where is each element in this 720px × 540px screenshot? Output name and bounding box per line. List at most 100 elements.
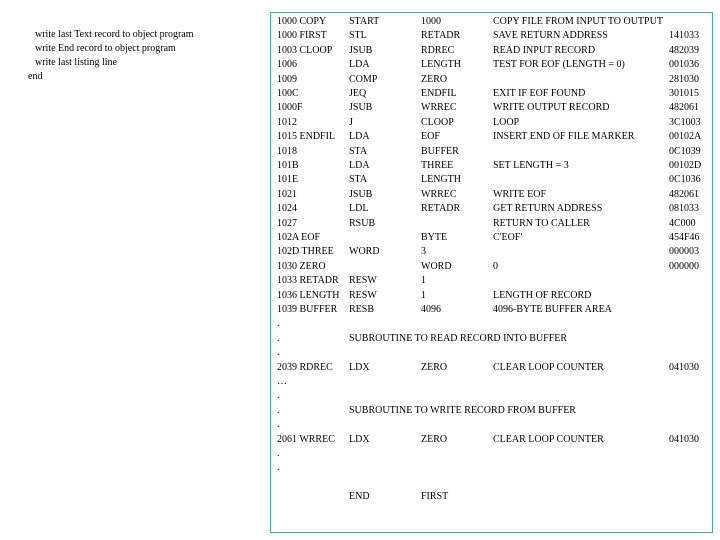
location-label-cell: 2061 WRREC bbox=[277, 433, 335, 445]
location-label-cell: 101B bbox=[277, 160, 299, 171]
pseudocode-notes: write last Text record to object program… bbox=[28, 28, 194, 84]
comment-cell: INSERT END OF FILE MARKER bbox=[493, 131, 635, 143]
operand-cell: RDREC bbox=[421, 44, 455, 56]
location-label-cell: 1018 bbox=[277, 145, 297, 157]
operand-cell: WRREC bbox=[421, 188, 457, 200]
location-label-cell: . bbox=[277, 462, 280, 474]
location-label-cell: . bbox=[277, 448, 280, 459]
location-label-cell: 1039 BUFFER bbox=[277, 304, 338, 315]
note-line: end bbox=[28, 71, 43, 82]
operand-cell: BYTE bbox=[421, 232, 448, 243]
opcode-cell: RESW bbox=[349, 275, 377, 287]
comment-cell: WRITE OUTPUT RECORD bbox=[493, 102, 610, 114]
comment-cell: COPY FILE FROM INPUT TO OUTPUT bbox=[493, 16, 663, 27]
location-label-cell: 100C bbox=[277, 88, 299, 99]
object-code-cell: 4C000 bbox=[669, 217, 696, 229]
note-line: write End record to object program bbox=[35, 43, 176, 54]
opcode-cell: END bbox=[349, 491, 370, 503]
location-label-cell: 102D THREE bbox=[277, 246, 334, 258]
operand-cell: 1000 bbox=[421, 16, 441, 27]
location-label-cell: 1033 RETADR bbox=[277, 275, 339, 287]
operand-cell: THREE bbox=[421, 160, 454, 171]
location-label-cell: 102A EOF bbox=[277, 232, 321, 243]
location-label-cell: 1036 LENGTH bbox=[277, 289, 340, 301]
object-code-cell: 281030 bbox=[669, 73, 699, 85]
operand-cell: WRREC bbox=[421, 102, 457, 114]
comment-cell: SET LENGTH = 3 bbox=[493, 160, 569, 171]
object-code-cell: 081033 bbox=[669, 203, 699, 215]
opcode-cell: RESW bbox=[349, 289, 377, 301]
location-label-cell: 1003 CLOOP bbox=[277, 44, 333, 56]
comment-cell: GET RETURN ADDRESS bbox=[493, 203, 603, 215]
opcode-cell: START bbox=[349, 16, 380, 27]
opcode-cell: LDA bbox=[349, 131, 370, 143]
comment-cell: CLEAR LOOP COUNTER bbox=[493, 361, 604, 373]
opcode-cell: LDL bbox=[349, 203, 369, 215]
location-cell: . bbox=[277, 404, 280, 416]
operand-cell: ZERO bbox=[421, 73, 448, 85]
operand-cell: EOF bbox=[421, 131, 440, 143]
comment-cell: RETURN TO CALLER bbox=[493, 217, 590, 229]
operand-cell: CLOOP bbox=[421, 116, 454, 128]
location-label-cell: 1000F bbox=[277, 102, 303, 114]
location-label-cell: 1015 ENDFIL bbox=[277, 131, 336, 143]
opcode-cell: JSUB bbox=[349, 188, 373, 200]
opcode-cell: JEQ bbox=[349, 88, 367, 99]
object-code-cell: 001036 bbox=[669, 59, 699, 71]
location-label-cell: 1021 bbox=[277, 188, 297, 200]
opcode-cell: STA bbox=[349, 145, 368, 157]
opcode-cell: JSUB bbox=[349, 102, 373, 114]
location-label-cell: 1006 bbox=[277, 59, 297, 71]
object-code-cell: 000000 bbox=[669, 260, 699, 272]
location-label-cell: 1027 bbox=[277, 217, 297, 229]
object-code-cell: 482061 bbox=[669, 188, 699, 200]
comment-cell: C'EOF' bbox=[493, 232, 523, 243]
comment-cell: 4096-BYTE BUFFER AREA bbox=[493, 304, 612, 315]
opcode-cell: LDA bbox=[349, 160, 370, 171]
object-code-cell: 454F46 bbox=[669, 232, 700, 243]
operand-cell: 1 bbox=[421, 289, 426, 301]
object-code-cell: 000003 bbox=[669, 246, 699, 258]
location-label-cell: 1000 COPY bbox=[277, 16, 327, 27]
assembly-listing: 1000 COPY START 1000 COPY FILE FROM INPUT T… bbox=[270, 12, 713, 533]
location-label-cell: . bbox=[277, 318, 280, 330]
object-code-cell: 041030 bbox=[669, 361, 699, 373]
opcode-cell: LDX bbox=[349, 433, 370, 445]
note-line: write last listing line bbox=[35, 57, 117, 68]
comment-cell: 0 bbox=[493, 260, 498, 272]
location-label-cell: 2039 RDREC bbox=[277, 361, 333, 373]
object-code-cell: 301015 bbox=[669, 88, 699, 99]
operand-cell: 1 bbox=[421, 275, 426, 287]
location-label-cell: 1009 bbox=[277, 73, 297, 85]
object-code-cell: 0C1036 bbox=[669, 174, 701, 186]
location-cell: . bbox=[277, 332, 280, 344]
opcode-cell: LDA bbox=[349, 59, 370, 71]
object-code-cell: 00102D bbox=[669, 160, 702, 171]
object-code-cell: 00102A bbox=[669, 131, 702, 143]
comment-cell: SAVE RETURN ADDRESS bbox=[493, 30, 608, 42]
comment-cell: LENGTH OF RECORD bbox=[493, 289, 592, 301]
object-code-cell: 482061 bbox=[669, 102, 699, 114]
comment-cell: READ INPUT RECORD bbox=[493, 44, 596, 56]
location-label-cell: 1024 bbox=[277, 203, 297, 215]
location-label-cell: . bbox=[277, 347, 280, 359]
section-comment: SUBROUTINE TO READ RECORD INTO BUFFER bbox=[349, 332, 568, 344]
opcode-cell: STL bbox=[349, 30, 367, 42]
opcode-cell: JSUB bbox=[349, 44, 373, 56]
operand-cell: ENDFIL bbox=[421, 88, 457, 99]
comment-cell: WRITE EOF bbox=[493, 188, 547, 200]
operand-cell: ZERO bbox=[421, 361, 448, 373]
operand-cell: FIRST bbox=[421, 491, 449, 503]
opcode-cell: RESB bbox=[349, 304, 375, 315]
location-label-cell: … bbox=[277, 376, 287, 387]
operand-cell: BUFFER bbox=[421, 145, 459, 157]
location-label-cell: 1000 FIRST bbox=[277, 30, 327, 42]
location-label-cell: 1012 bbox=[277, 116, 297, 128]
operand-cell: RETADR bbox=[421, 203, 461, 215]
comment-cell: CLEAR LOOP COUNTER bbox=[493, 433, 604, 445]
object-code-cell: 3C1003 bbox=[669, 116, 701, 128]
object-code-cell: 041030 bbox=[669, 433, 699, 445]
operand-cell: WORD bbox=[421, 260, 452, 272]
operand-cell: ZERO bbox=[421, 433, 448, 445]
opcode-cell: COMP bbox=[349, 73, 378, 85]
